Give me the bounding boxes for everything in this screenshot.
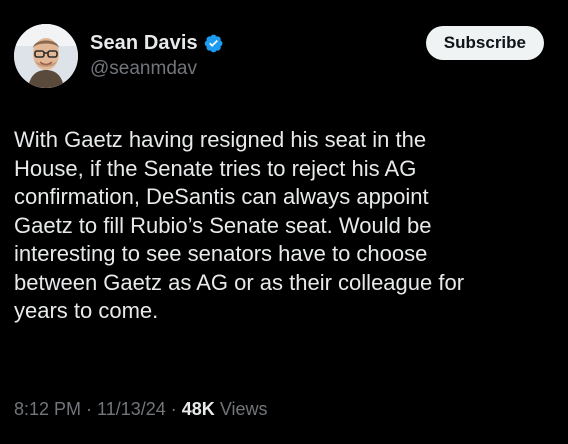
subscribe-button[interactable]: Subscribe <box>425 26 544 60</box>
author-display-name[interactable]: Sean Davis <box>90 32 198 55</box>
avatar-image <box>14 24 78 88</box>
author-avatar[interactable] <box>14 24 78 88</box>
tweet-card: Sean Davis @seanmdav Subscribe With Gaet… <box>0 0 568 444</box>
author-info: Sean Davis @seanmdav <box>90 30 224 80</box>
tweet-date[interactable]: 11/13/24 <box>97 399 166 419</box>
views-count[interactable]: 48K <box>182 399 215 419</box>
tweet-header: Sean Davis @seanmdav Subscribe <box>14 22 544 92</box>
tweet-time[interactable]: 8:12 PM <box>14 399 81 419</box>
verified-badge-icon[interactable] <box>203 33 224 54</box>
tweet-text: With Gaetz having resigned his seat in t… <box>14 127 465 323</box>
views-label[interactable]: Views <box>220 399 268 419</box>
meta-separator: · <box>170 399 177 419</box>
meta-separator: · <box>86 399 93 419</box>
author-handle[interactable]: @seanmdav <box>90 58 224 80</box>
tweet-metadata: 8:12 PM · 11/13/24 · 48K Views <box>14 399 268 420</box>
author-name-row: Sean Davis <box>90 30 224 56</box>
